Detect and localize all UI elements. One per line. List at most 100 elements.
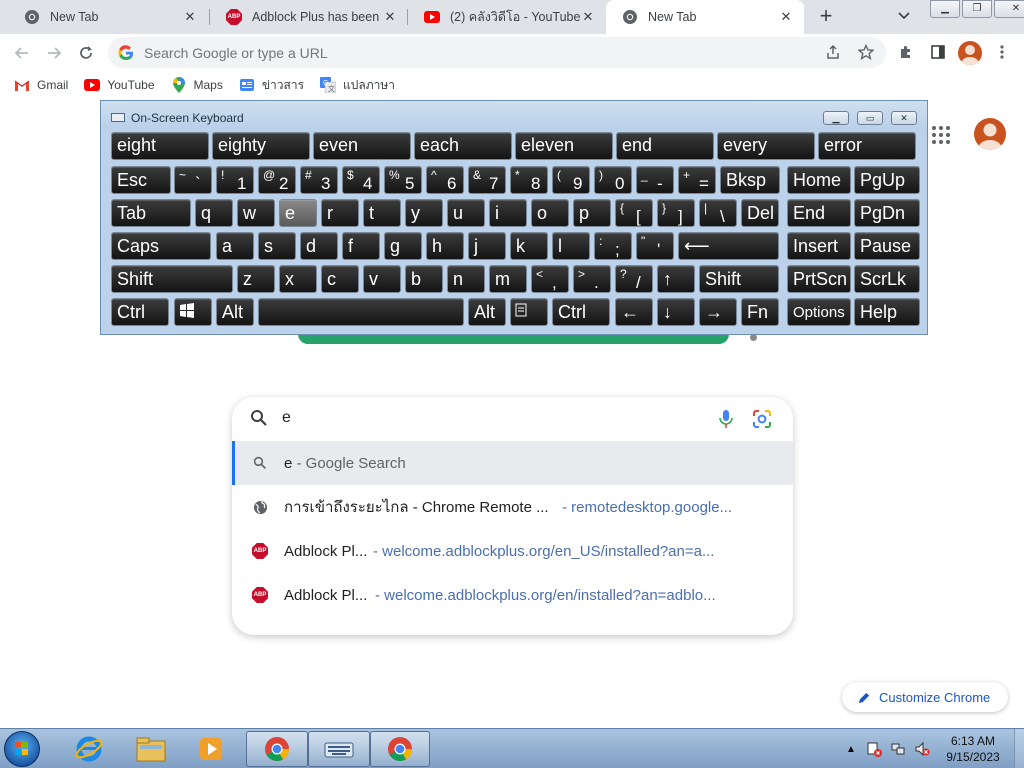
prediction-key-end[interactable]: end bbox=[616, 132, 714, 160]
bookmark-star-button[interactable] bbox=[855, 41, 877, 63]
letter-key-z[interactable]: z bbox=[237, 265, 275, 293]
minimize-button[interactable]: ▁ bbox=[930, 0, 960, 18]
backspace-key[interactable]: Bksp bbox=[720, 166, 780, 194]
number-key-2[interactable]: @2 bbox=[258, 166, 296, 194]
bookmark-news[interactable]: ข่าวสาร bbox=[239, 76, 304, 95]
letter-key-s[interactable]: s bbox=[258, 232, 296, 260]
taskbar-internet-explorer[interactable] bbox=[62, 731, 116, 767]
omnibox[interactable] bbox=[108, 37, 886, 68]
number-key-8[interactable]: * 8 bbox=[510, 166, 548, 194]
google-apps-button[interactable] bbox=[932, 126, 950, 144]
letter-key-u[interactable]: u bbox=[447, 199, 485, 227]
letter-key-e[interactable]: e bbox=[279, 199, 317, 227]
windows-key[interactable] bbox=[174, 298, 212, 326]
prediction-key-eighty[interactable]: eighty bbox=[212, 132, 310, 160]
taskbar-chrome-1[interactable] bbox=[246, 731, 308, 767]
osk-minimize-button[interactable]: ▁ bbox=[823, 111, 849, 125]
restore-button[interactable]: ❐ bbox=[962, 0, 992, 18]
arrow-down-key[interactable]: ↓ bbox=[657, 298, 695, 326]
reload-button[interactable] bbox=[74, 41, 98, 65]
punct-key-1[interactable]: " ' bbox=[636, 232, 674, 260]
letter-key-b[interactable]: b bbox=[405, 265, 443, 293]
punct-key-0[interactable]: :; bbox=[594, 232, 632, 260]
space-key[interactable] bbox=[258, 298, 464, 326]
suggestion-google-search[interactable]: e - Google Search bbox=[232, 441, 793, 485]
letter-key-c[interactable]: c bbox=[321, 265, 359, 293]
forward-button[interactable] bbox=[42, 41, 66, 65]
omnibox-input[interactable] bbox=[144, 44, 744, 61]
arrow-up-key[interactable]: ↑ bbox=[657, 265, 695, 293]
number-key-=[interactable]: + = bbox=[678, 166, 716, 194]
letter-key-d[interactable]: d bbox=[300, 232, 338, 260]
letter-key-p[interactable]: p bbox=[573, 199, 611, 227]
tray-expand-icon[interactable]: ▲ bbox=[846, 744, 856, 755]
number-key--[interactable]: _ - bbox=[636, 166, 674, 194]
account-avatar[interactable] bbox=[974, 118, 1006, 150]
back-button[interactable] bbox=[10, 41, 34, 65]
tab-search-button[interactable] bbox=[894, 7, 914, 27]
number-key-0[interactable]: ) 0 bbox=[594, 166, 632, 194]
profile-avatar-button[interactable] bbox=[958, 41, 982, 65]
menu-key[interactable] bbox=[510, 298, 548, 326]
letter-key-t[interactable]: t bbox=[363, 199, 401, 227]
left-ctrl-key[interactable]: Ctrl bbox=[111, 298, 169, 326]
prediction-key-every[interactable]: every bbox=[717, 132, 815, 160]
pause-key[interactable]: Pause bbox=[854, 232, 920, 260]
prediction-key-error[interactable]: error bbox=[818, 132, 916, 160]
enter-key[interactable]: ⟵ bbox=[678, 232, 779, 260]
close-window-button[interactable]: ✕ bbox=[994, 0, 1024, 18]
help-key[interactable]: Help bbox=[854, 298, 920, 326]
arrow-right-key[interactable]: → bbox=[699, 298, 737, 326]
letter-key-j[interactable]: j bbox=[468, 232, 506, 260]
letter-key-n[interactable]: n bbox=[447, 265, 485, 293]
number-key-4[interactable]: $4 bbox=[342, 166, 380, 194]
letter-key-i[interactable]: i bbox=[489, 199, 527, 227]
show-desktop-button[interactable] bbox=[1014, 729, 1024, 768]
close-icon[interactable]: ✕ bbox=[182, 9, 198, 25]
bracket-key-2[interactable]: | \ bbox=[699, 199, 737, 227]
punct-key-2[interactable]: <, bbox=[531, 265, 569, 293]
close-icon[interactable]: ✕ bbox=[778, 9, 794, 25]
taskbar-media-player[interactable] bbox=[184, 731, 238, 767]
tab-new-tab-active[interactable]: New Tab ✕ bbox=[606, 0, 804, 34]
number-key-`[interactable]: ~ ` bbox=[174, 166, 212, 194]
letter-key-v[interactable]: v bbox=[363, 265, 401, 293]
menu-button[interactable] bbox=[991, 41, 1013, 63]
left-alt-key[interactable]: Alt bbox=[216, 298, 254, 326]
extensions-button[interactable] bbox=[895, 41, 917, 63]
prediction-key-each[interactable]: each bbox=[414, 132, 512, 160]
network-icon[interactable] bbox=[890, 741, 906, 757]
options-key[interactable]: Options bbox=[787, 298, 851, 326]
letter-key-m[interactable]: m bbox=[489, 265, 527, 293]
end-key[interactable]: End bbox=[787, 199, 851, 227]
number-key-7[interactable]: & 7 bbox=[468, 166, 506, 194]
doodle-share-dot[interactable] bbox=[750, 334, 757, 341]
customize-chrome-button[interactable]: Customize Chrome bbox=[842, 682, 1008, 712]
delete-key[interactable]: Del bbox=[741, 199, 779, 227]
number-key-9[interactable]: (9 bbox=[552, 166, 590, 194]
tab-new-tab-1[interactable]: New Tab ✕ bbox=[8, 0, 208, 34]
letter-key-g[interactable]: g bbox=[384, 232, 422, 260]
letter-key-k[interactable]: k bbox=[510, 232, 548, 260]
bookmark-youtube[interactable]: YouTube bbox=[84, 77, 155, 93]
start-button[interactable] bbox=[4, 731, 40, 767]
suggestion-adblock-2[interactable]: ABP Adblock Pl... - welcome.adblockplus.… bbox=[232, 573, 793, 617]
suggestion-adblock-1[interactable]: ABP Adblock Pl... - welcome.adblockplus.… bbox=[232, 529, 793, 573]
prediction-key-eleven[interactable]: eleven bbox=[515, 132, 613, 160]
insert-key[interactable]: Insert bbox=[787, 232, 851, 260]
suggestion-remote-desktop[interactable]: การเข้าถึงระยะไกล - Chrome Remote ... - … bbox=[232, 485, 793, 529]
letter-key-q[interactable]: q bbox=[195, 199, 233, 227]
fn-key[interactable]: Fn bbox=[741, 298, 779, 326]
taskbar-chrome-2[interactable] bbox=[370, 731, 430, 767]
side-panel-button[interactable] bbox=[927, 41, 949, 63]
letter-key-r[interactable]: r bbox=[321, 199, 359, 227]
esc-key[interactable]: Esc bbox=[111, 166, 171, 194]
prediction-key-eight[interactable]: eight bbox=[111, 132, 209, 160]
letter-key-a[interactable]: a bbox=[216, 232, 254, 260]
share-button[interactable] bbox=[822, 41, 844, 63]
osk-title-bar[interactable]: On-Screen Keyboard ▁ ▭ ✕ bbox=[101, 101, 927, 129]
punct-key-3[interactable]: >. bbox=[573, 265, 611, 293]
right-alt-key[interactable]: Alt bbox=[468, 298, 506, 326]
bookmark-maps[interactable]: Maps bbox=[171, 77, 223, 93]
caps-lock-key[interactable]: Caps bbox=[111, 232, 211, 260]
